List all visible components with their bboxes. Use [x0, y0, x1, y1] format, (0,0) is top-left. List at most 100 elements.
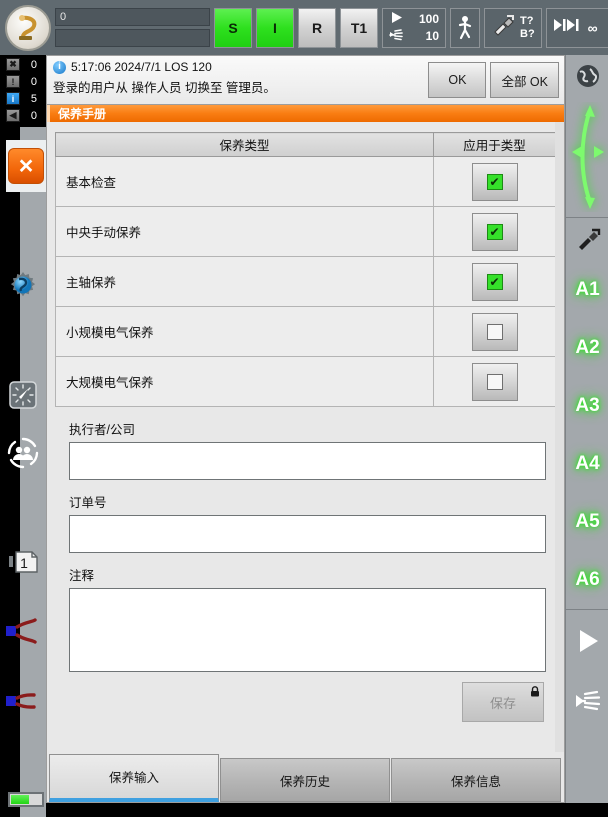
- walking-person-icon[interactable]: [450, 7, 480, 48]
- tool-label: T?: [520, 14, 534, 27]
- error-count: 0: [30, 58, 37, 71]
- executor-input[interactable]: [69, 442, 546, 480]
- save-button: 保存: [462, 682, 544, 722]
- notification-bar: i 5:17:06 2024/7/1 LOS 120 登录的用户从 操作人员 切…: [46, 55, 565, 105]
- clock-pointer-icon[interactable]: [0, 380, 46, 410]
- svg-text:1: 1: [20, 555, 28, 571]
- checkbox-button[interactable]: [471, 362, 518, 401]
- notification-timestamp: 5:17:06 2024/7/1 LOS 120: [71, 60, 212, 74]
- table-header-row: 保养类型 应用于类型: [55, 132, 556, 157]
- status-field-bottom[interactable]: [55, 29, 210, 47]
- increment-group[interactable]: ∞: [545, 7, 608, 48]
- smart-hmi-screen: 0 S I R T1 100 10 T? B? ∞ ✖ 0 ! 0 i 5 ◀ …: [0, 0, 608, 817]
- settings-gear-icon[interactable]: [0, 270, 46, 300]
- warning-icon: !: [6, 75, 20, 88]
- bottom-tab-bar: 保养输入 保养历史 保养信息: [47, 752, 564, 802]
- top-status-bar: 0 S I R T1 100 10 T? B? ∞: [0, 0, 608, 55]
- world-coordinate-icon[interactable]: [566, 55, 608, 97]
- checkbox-button[interactable]: ✔: [471, 162, 518, 201]
- status-field-top[interactable]: 0: [55, 8, 210, 26]
- axis-label-a4[interactable]: A4: [575, 453, 599, 475]
- program-override-value: 100: [418, 12, 439, 26]
- row-label: 小规模电气保养: [55, 306, 434, 357]
- lock-icon: [530, 685, 540, 697]
- table-row: 大规模电气保养: [55, 356, 556, 407]
- row-checkbox-cell: ✔: [433, 206, 556, 257]
- increment-infinity-label: ∞: [587, 19, 598, 36]
- left-rail: ✖ 0 ! 0 i 5 ◀ 0 × 1: [0, 55, 46, 817]
- wait-count: 0: [30, 109, 37, 122]
- tab-maintenance-info[interactable]: 保养信息: [391, 758, 561, 802]
- gripper-closed-icon[interactable]: [0, 687, 46, 715]
- drives-s-button[interactable]: S: [214, 7, 252, 48]
- maintenance-type-table: 保养类型 应用于类型 基本检查 ✔ 中央手动保养 ✔ 主轴保养 ✔ 小规模电气保…: [55, 132, 556, 407]
- error-icon: ✖: [6, 58, 20, 71]
- note-textarea[interactable]: [69, 588, 546, 672]
- row-label: 大规模电气保养: [55, 356, 434, 407]
- axis-label-a2[interactable]: A2: [575, 337, 599, 359]
- tool-base-group[interactable]: T? B?: [484, 7, 542, 48]
- tab-maintenance-history[interactable]: 保养历史: [220, 758, 390, 802]
- executor-label: 执行者/公司: [69, 423, 135, 437]
- notification-buttons: OK 全部 OK: [423, 56, 564, 104]
- user-group-icon[interactable]: [0, 437, 46, 469]
- ok-button[interactable]: OK: [428, 62, 487, 98]
- row-label: 中央手动保养: [55, 206, 434, 257]
- warning-count: 0: [30, 75, 37, 88]
- play-triangle-icon: [390, 11, 403, 27]
- override-group[interactable]: 100 10: [382, 7, 446, 48]
- battery-indicator: [8, 792, 44, 807]
- checkbox-unchecked-icon: [486, 373, 503, 390]
- checkbox-button[interactable]: ✔: [471, 262, 518, 301]
- table-row: 基本检查 ✔: [55, 156, 556, 207]
- table-row: 中央手动保养 ✔: [55, 206, 556, 257]
- panel-scrollbar[interactable]: [555, 122, 564, 752]
- step-forward-icon: [553, 17, 579, 38]
- notification-text-area[interactable]: i 5:17:06 2024/7/1 LOS 120 登录的用户从 操作人员 切…: [47, 56, 423, 104]
- checkbox-unchecked-icon: [486, 323, 503, 340]
- base-label: B?: [520, 27, 535, 40]
- gripper-open-icon[interactable]: [0, 617, 46, 645]
- column-header-applies: 应用于类型: [433, 132, 556, 157]
- counter-error[interactable]: ✖ 0: [6, 57, 46, 72]
- axis-label-a6[interactable]: A6: [575, 569, 599, 591]
- counter-wait[interactable]: ◀ 0: [6, 108, 46, 123]
- table-row: 小规模电气保养: [55, 306, 556, 357]
- play-triangle-icon[interactable]: [566, 609, 608, 671]
- close-message-button[interactable]: ×: [8, 148, 44, 184]
- order-number-label: 订单号: [69, 496, 107, 510]
- save-button-label: 保存: [489, 695, 516, 711]
- drives-r-button[interactable]: R: [298, 7, 336, 48]
- drives-i-button[interactable]: I: [256, 7, 294, 48]
- tab-maintenance-input[interactable]: 保养输入: [49, 754, 219, 802]
- mode-t1-button[interactable]: T1: [340, 7, 378, 48]
- tool-icon: [491, 14, 515, 41]
- hand-jog-icon[interactable]: [566, 671, 608, 731]
- checkbox-checked-icon: ✔: [486, 273, 503, 290]
- axis-motion-indicator-icon: [566, 97, 608, 217]
- maintenance-panel: 保养手册 保养类型 应用于类型 基本检查 ✔ 中央手动保养 ✔ 主轴保养 ✔ 小…: [46, 105, 565, 803]
- note-label: 注释: [69, 569, 95, 583]
- row-checkbox-cell: [433, 356, 556, 407]
- program-1-icon[interactable]: 1: [0, 547, 46, 577]
- row-checkbox-cell: ✔: [433, 156, 556, 207]
- order-number-input[interactable]: [69, 515, 546, 553]
- wait-icon: ◀: [6, 109, 20, 122]
- checkbox-button[interactable]: ✔: [471, 212, 518, 251]
- row-checkbox-cell: [433, 306, 556, 357]
- robot-arm-icon[interactable]: [5, 4, 51, 51]
- counter-warning[interactable]: ! 0: [6, 74, 46, 89]
- notification-message: 登录的用户从 操作人员 切换至 管理员。: [53, 81, 276, 95]
- right-rail: A1 A2 A3 A4 A5 A6: [565, 55, 608, 803]
- axis-label-a3[interactable]: A3: [575, 395, 599, 417]
- checkbox-button[interactable]: [471, 312, 518, 351]
- tool-coordinate-icon[interactable]: [566, 217, 608, 261]
- hand-jog-icon: [389, 28, 403, 44]
- axis-label-a5[interactable]: A5: [575, 511, 599, 533]
- info-count: 5: [30, 92, 37, 105]
- counter-info[interactable]: i 5: [6, 91, 46, 106]
- ok-all-button[interactable]: 全部 OK: [490, 62, 559, 98]
- axis-label-a1[interactable]: A1: [575, 279, 599, 301]
- checkbox-checked-icon: ✔: [486, 173, 503, 190]
- row-label: 主轴保养: [55, 256, 434, 307]
